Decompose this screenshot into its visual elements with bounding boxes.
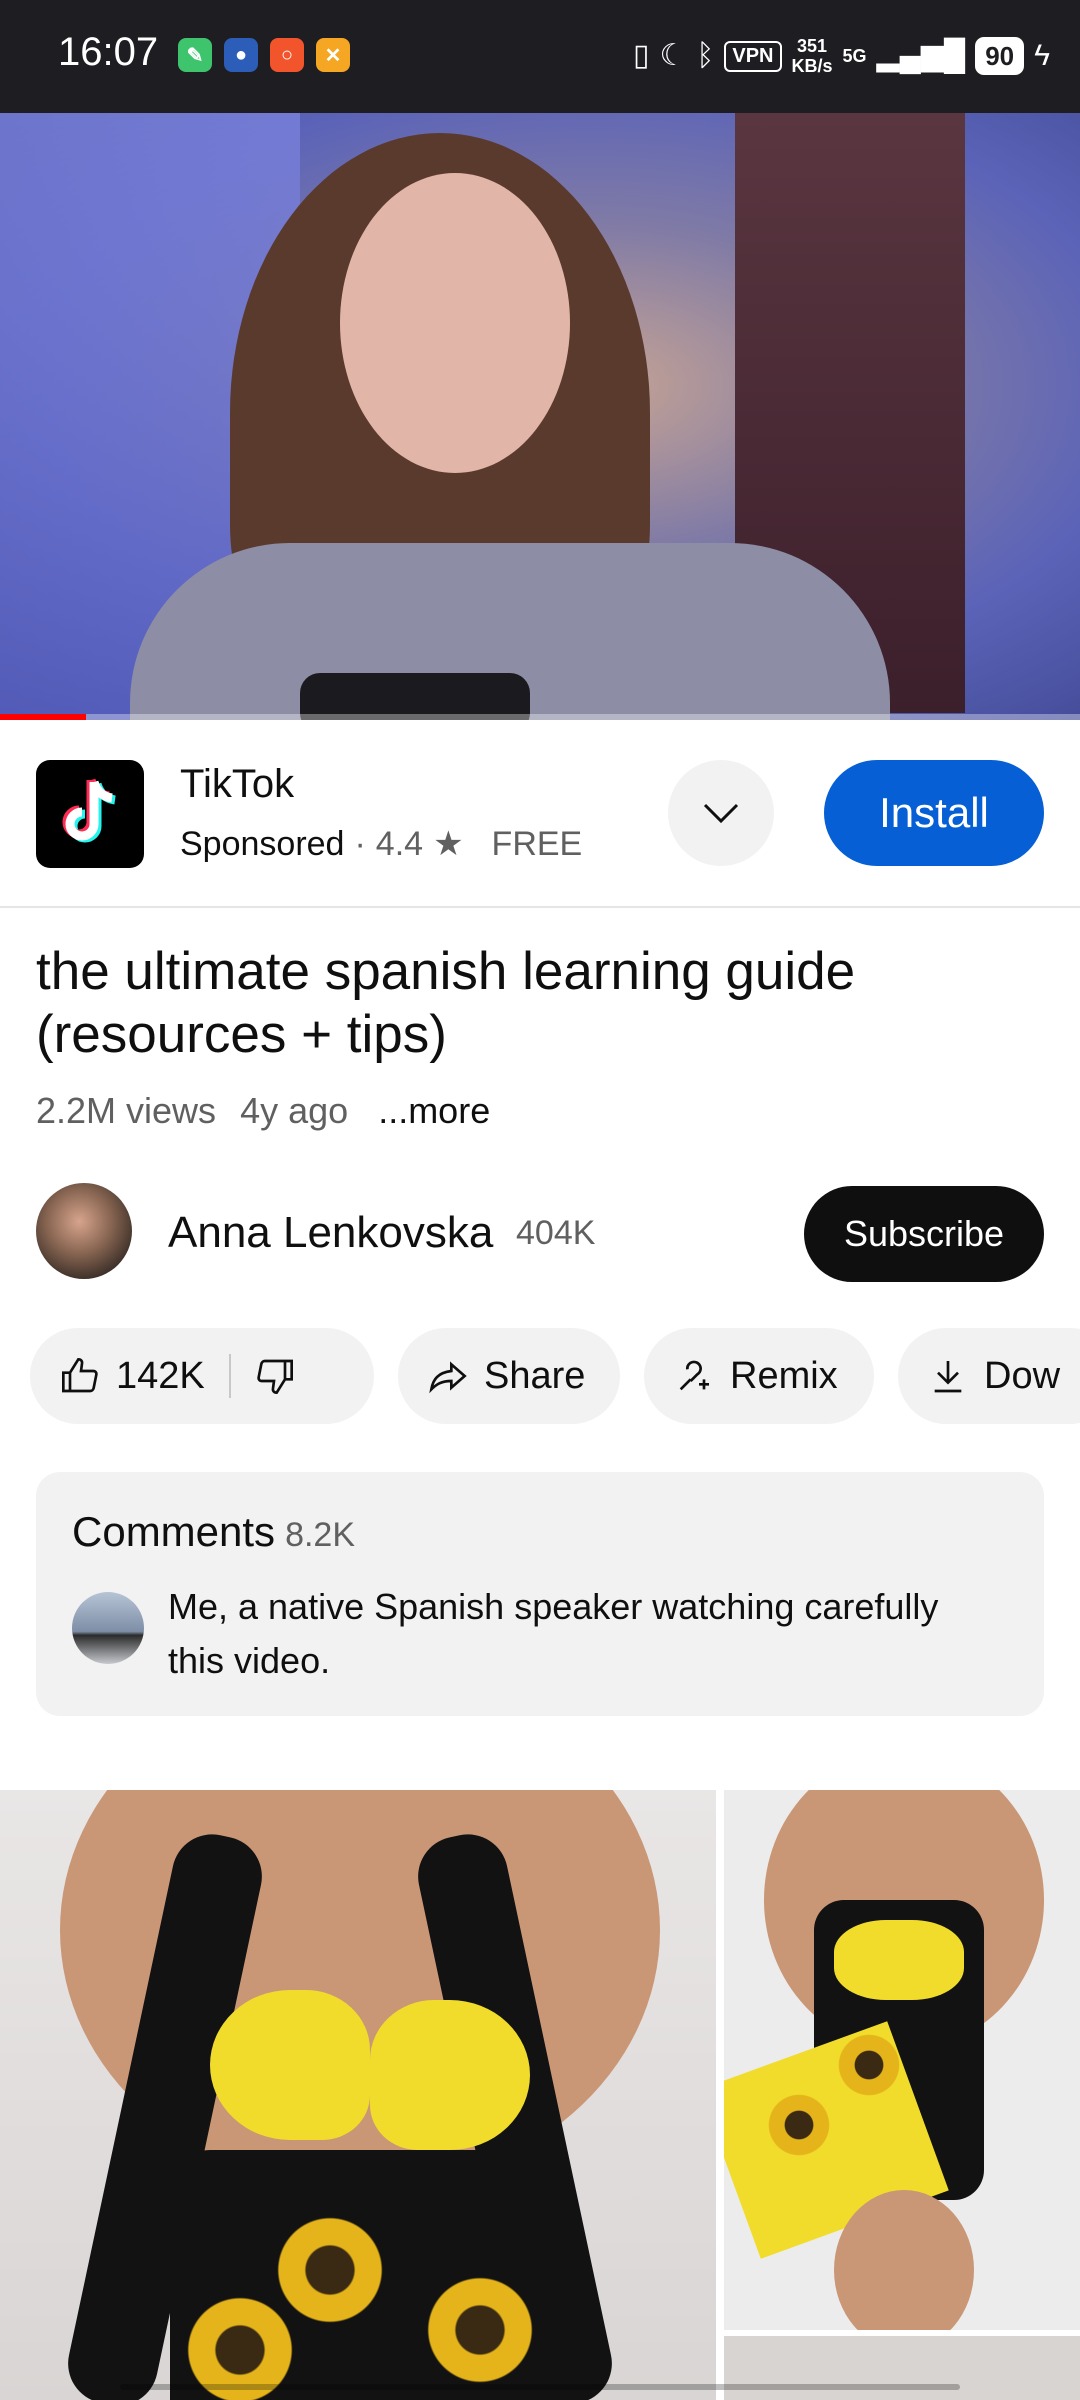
video-title[interactable]: the ultimate spanish learning guide (res… <box>36 940 1036 1066</box>
video-meta[interactable]: 2.2M views 4y ago ...more <box>36 1090 490 1132</box>
network-type: 5G <box>842 45 867 66</box>
product-image-large[interactable] <box>0 1790 716 2400</box>
more-link[interactable]: ...more <box>378 1090 490 1131</box>
network-speed: 351 KB/s <box>791 36 833 76</box>
status-bar: 16:07 ✎ ● ○ ✕ ▯ ☾ ᛒ VPN 351 KB/s 5G ▂▄▆█… <box>0 0 1080 113</box>
share-button[interactable]: Share <box>398 1328 620 1424</box>
share-icon <box>429 1361 467 1394</box>
subscribe-button[interactable]: Subscribe <box>804 1186 1044 1282</box>
sponsored-label: Sponsored <box>180 824 345 863</box>
ad-meta: Sponsored · 4.4 ★ FREE <box>180 824 583 864</box>
ad-price: FREE <box>491 824 583 863</box>
upload-age: 4y ago <box>240 1090 349 1131</box>
tiktok-logo-icon <box>36 760 144 868</box>
star-icon: ★ <box>433 825 464 863</box>
gesture-bar[interactable] <box>120 2384 960 2390</box>
download-button[interactable]: Dow <box>898 1328 1080 1424</box>
product-image-small[interactable] <box>724 1790 1080 2330</box>
remix-icon <box>679 1360 709 1391</box>
install-button[interactable]: Install <box>824 760 1044 866</box>
like-count[interactable]: 142K <box>116 1355 205 1398</box>
ad-rating: 4.4 <box>375 824 424 863</box>
vpn-badge: VPN <box>724 40 782 72</box>
notification-icons: ✎ ● ○ ✕ <box>178 38 350 72</box>
ad-app-name: TikTok <box>180 762 295 806</box>
app-notification-icon: ● <box>224 38 258 72</box>
commenter-avatar <box>72 1592 144 1664</box>
thumbs-up-icon[interactable] <box>60 1356 100 1396</box>
thumbs-down-icon[interactable] <box>255 1356 295 1396</box>
product-image-small-2[interactable] <box>724 2336 1080 2400</box>
action-bar: 142K Share Remix Dow <box>30 1328 1080 1424</box>
channel-name[interactable]: Anna Lenkovska <box>168 1208 493 1258</box>
view-count: 2.2M views <box>36 1090 217 1131</box>
remix-button[interactable]: Remix <box>644 1328 874 1424</box>
battery-icon: 90 <box>975 37 1025 75</box>
app-notification-icon: ✎ <box>178 38 212 72</box>
download-icon <box>934 1361 962 1393</box>
comments-card[interactable]: Comments 8.2K Me, a native Spanish speake… <box>36 1472 1044 1716</box>
video-player[interactable] <box>0 113 1080 720</box>
like-dislike-pill: 142K <box>30 1328 374 1424</box>
clock: 16:07 <box>58 30 159 74</box>
top-comment-text: Me, a native Spanish speaker watching ca… <box>168 1586 939 1681</box>
chevron-down-icon <box>703 803 739 824</box>
vibrate-icon: ▯ <box>632 39 650 72</box>
comment-count: 8.2K <box>285 1516 356 1554</box>
app-notification-icon: ○ <box>270 38 304 72</box>
subscriber-count: 404K <box>516 1214 596 1252</box>
charging-icon: ϟ <box>1034 39 1050 72</box>
bluetooth-icon: ᛒ <box>696 39 715 72</box>
do-not-disturb-icon: ☾ <box>659 39 687 72</box>
comments-heading: Comments 8.2K <box>72 1508 356 1555</box>
app-notification-icon: ✕ <box>316 38 350 72</box>
channel-avatar[interactable] <box>36 1183 132 1279</box>
signal-icon: ▂▄▆█ <box>876 39 966 72</box>
ad-expand-button[interactable] <box>668 760 774 866</box>
system-icons: ▯ ☾ ᛒ VPN 351 KB/s 5G ▂▄▆█ 90 ϟ <box>633 30 1050 82</box>
sponsored-ad[interactable]: TikTok Sponsored · 4.4 ★ FREE Install <box>0 720 1080 908</box>
